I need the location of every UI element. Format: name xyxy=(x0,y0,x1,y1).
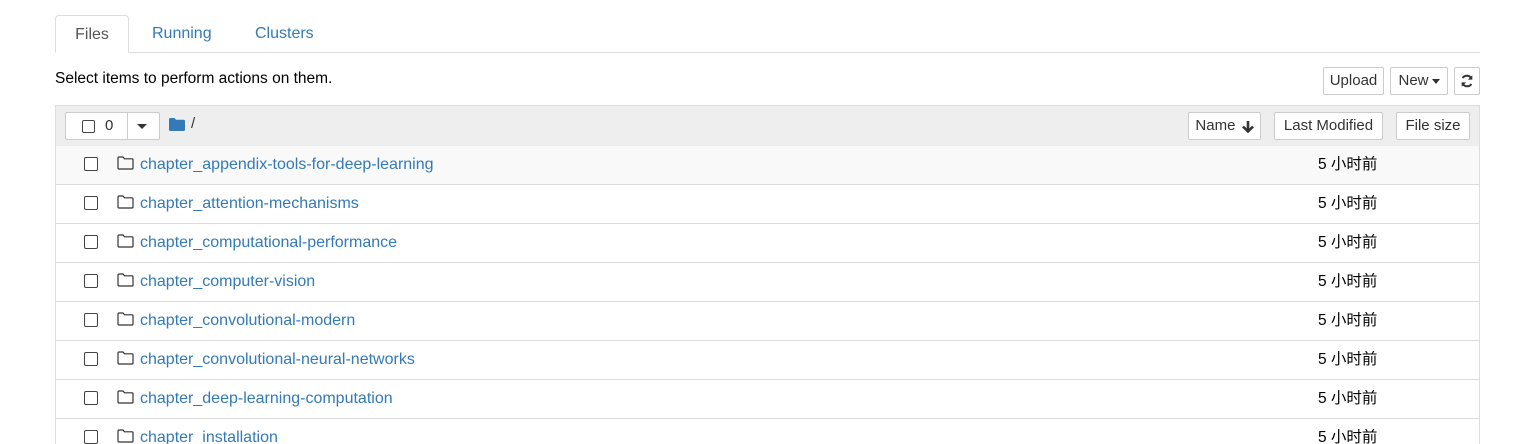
folder-icon xyxy=(117,156,134,170)
row-checkbox[interactable] xyxy=(84,274,98,288)
file-list: 0 / Name Last Modified File size chapter… xyxy=(55,105,1480,444)
folder-link[interactable]: chapter_convolutional-neural-networks xyxy=(140,341,415,379)
select-all-checkbox[interactable] xyxy=(82,120,95,133)
folder-icon[interactable] xyxy=(169,118,185,131)
last-modified: 5 小时前 xyxy=(1318,351,1378,368)
folder-link[interactable]: chapter_computational-performance xyxy=(140,224,397,262)
folder-link[interactable]: chapter_convolutional-modern xyxy=(140,302,355,340)
list-item[interactable]: chapter_installation 5 小时前 xyxy=(56,419,1479,444)
sort-by-name-button[interactable]: Name xyxy=(1188,112,1261,140)
select-group-divider xyxy=(127,113,128,139)
row-checkbox[interactable] xyxy=(84,157,98,171)
selected-count: 0 xyxy=(105,117,114,134)
list-item[interactable]: chapter_attention-mechanisms 5 小时前 xyxy=(56,185,1479,224)
row-checkbox[interactable] xyxy=(84,352,98,366)
sort-by-size-button[interactable]: File size xyxy=(1396,112,1470,140)
list-item[interactable]: chapter_appendix-tools-for-deep-learning… xyxy=(56,146,1479,185)
list-item[interactable]: chapter_computational-performance 5 小时前 xyxy=(56,224,1479,263)
row-checkbox[interactable] xyxy=(84,313,98,327)
row-checkbox[interactable] xyxy=(84,196,98,210)
file-list-header: 0 / Name Last Modified File size xyxy=(56,106,1479,147)
tab-files[interactable]: Files xyxy=(55,15,129,53)
file-browser-page: Files Running Clusters Select items to p… xyxy=(0,0,1513,444)
sort-name-label: Name xyxy=(1195,117,1236,134)
last-modified: 5 小时前 xyxy=(1318,429,1378,444)
row-checkbox[interactable] xyxy=(84,391,98,405)
breadcrumb-root[interactable]: / xyxy=(191,115,195,132)
folder-link[interactable]: chapter_attention-mechanisms xyxy=(140,185,359,223)
last-modified: 5 小时前 xyxy=(1318,234,1378,251)
folder-icon xyxy=(117,429,134,443)
list-item[interactable]: chapter_deep-learning-computation 5 小时前 xyxy=(56,380,1479,419)
last-modified: 5 小时前 xyxy=(1318,156,1378,173)
last-modified: 5 小时前 xyxy=(1318,390,1378,407)
list-item[interactable]: chapter_computer-vision 5 小时前 xyxy=(56,263,1479,302)
tab-bar: Files Running Clusters xyxy=(55,15,1480,53)
upload-button[interactable]: Upload xyxy=(1323,67,1384,95)
last-modified: 5 小时前 xyxy=(1318,312,1378,329)
folder-icon xyxy=(117,351,134,365)
folder-link[interactable]: chapter_computer-vision xyxy=(140,263,315,301)
new-button-label: New xyxy=(1398,72,1429,89)
tab-clusters[interactable]: Clusters xyxy=(255,15,314,52)
arrow-down-icon xyxy=(1241,120,1254,133)
instructions-text: Select items to perform actions on them. xyxy=(55,70,333,87)
list-item[interactable]: chapter_convolutional-modern 5 小时前 xyxy=(56,302,1479,341)
last-modified: 5 小时前 xyxy=(1318,273,1378,290)
refresh-button[interactable] xyxy=(1454,67,1480,95)
folder-icon xyxy=(117,273,134,287)
folder-icon xyxy=(117,234,134,248)
sort-by-modified-button[interactable]: Last Modified xyxy=(1274,112,1383,140)
folder-icon xyxy=(117,195,134,209)
folder-icon xyxy=(117,312,134,326)
refresh-icon xyxy=(1461,74,1473,88)
folder-link[interactable]: chapter_installation xyxy=(140,419,278,444)
row-checkbox[interactable] xyxy=(84,430,98,444)
tab-running[interactable]: Running xyxy=(152,15,212,52)
new-dropdown-button[interactable]: New xyxy=(1390,67,1448,95)
folder-link[interactable]: chapter_appendix-tools-for-deep-learning xyxy=(140,146,434,184)
folder-link[interactable]: chapter_deep-learning-computation xyxy=(140,380,393,418)
row-checkbox[interactable] xyxy=(84,235,98,249)
select-all-group[interactable]: 0 xyxy=(65,112,160,140)
selection-dropdown-icon[interactable] xyxy=(137,124,147,129)
list-item[interactable]: chapter_convolutional-neural-networks 5 … xyxy=(56,341,1479,380)
last-modified: 5 小时前 xyxy=(1318,195,1378,212)
caret-down-icon xyxy=(1431,78,1440,84)
folder-icon xyxy=(117,390,134,404)
